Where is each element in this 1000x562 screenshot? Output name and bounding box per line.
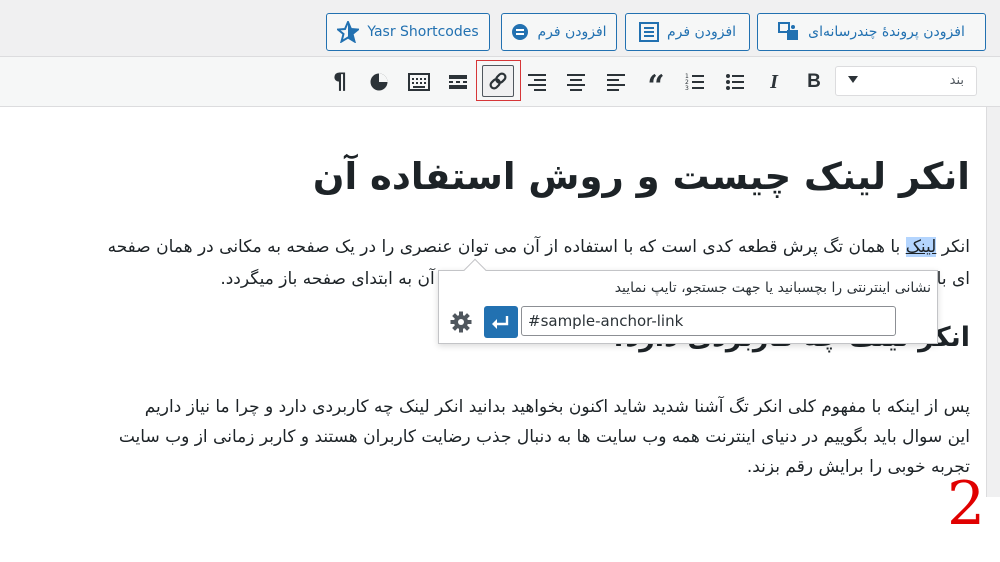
toolbar-toggle-icon [408,73,430,91]
format-select[interactable]: بند [835,66,977,96]
italic-button[interactable]: I [758,66,790,98]
blockquote-button[interactable]: “ [640,66,672,102]
bold-button[interactable]: B [798,66,830,98]
paragraph-2-line-1: پس از اینکه با مفهوم کلی انکر تگ آشنا شد… [144,397,970,417]
paragraph-2-line-3: تجربه خوبی را برایش رقم بزند. [746,457,970,477]
numbered-list-button[interactable]: 1 2 3 [679,66,711,98]
paragraph-icon: ¶ [333,69,347,95]
form-circle-icon [512,24,529,40]
add-media-label: افزودن پروندهٔ چندرسانه‌ای [808,24,965,40]
add-form-button-2[interactable]: افزودن فرم [501,13,617,51]
yasr-shortcodes-label: Yasr Shortcodes [367,24,479,40]
text-after-selection: با همان تگ پرش قطعه کدی است که با استفاد… [107,237,906,257]
add-form-label: افزودن فرم [666,24,737,40]
step-number: 2 [947,469,986,539]
italic-icon: I [770,70,778,93]
add-media-button[interactable]: افزودن پروندهٔ چندرسانه‌ای [757,13,986,51]
form-list-icon [638,22,659,42]
read-more-button[interactable] [442,66,474,98]
media-buttons-bar: افزودن پروندهٔ چندرسانه‌ای افزودن فرم اف… [0,0,1000,56]
apply-link-button[interactable] [484,306,518,338]
pie-button[interactable] [363,66,395,98]
bullet-list-button[interactable] [719,66,751,98]
paragraph-1-line-2-start: ای با [936,269,970,289]
yasr-shortcodes-button[interactable]: Yasr Shortcodes [326,13,490,51]
url-input[interactable] [521,306,896,336]
gear-icon [450,311,472,333]
enter-icon [492,316,509,329]
blockquote-icon: “ [647,69,665,104]
read-more-icon [449,75,467,89]
align-center-button[interactable] [560,66,592,98]
link-settings-button[interactable] [449,310,473,334]
page-title: انکر لینک چیست و روش استفاده آن [312,155,970,198]
star-icon [337,21,360,43]
paragraph-2-line-2: این سوال باید بگوییم در دنیای اینترنت هم… [118,427,970,447]
align-center-icon [567,74,585,91]
link-button-highlight [476,60,521,101]
selected-word[interactable]: لینک [905,237,937,257]
paragraph-button[interactable]: ¶ [324,66,356,98]
align-right-icon [528,74,546,91]
bold-icon: B [807,71,821,92]
align-left-button[interactable] [600,66,632,98]
align-left-icon [607,74,625,91]
text-before-selection: انکر [936,237,970,257]
svg-text:3: 3 [685,85,689,91]
add-form-label-2: افزودن فرم [537,24,607,40]
add-form-button[interactable]: افزودن فرم [625,13,750,51]
pie-icon [370,73,388,91]
media-icon [778,22,799,40]
paragraph-1-line-1: انکر لینک با همان تگ پرش قطعه کدی است که… [108,237,970,257]
format-select-value: بند [949,73,964,88]
scrollbar[interactable] [986,107,1000,497]
bullet-list-icon [726,74,744,90]
toolbar-toggle-button[interactable] [403,66,435,98]
link-popup: نشانی اینترنتی را بچسبانید یا جهت جستجو،… [438,258,938,344]
align-right-button[interactable] [521,66,553,98]
link-hint: نشانی اینترنتی را بچسبانید یا جهت جستجو،… [614,280,931,296]
chevron-down-icon [848,76,858,83]
numbered-list-icon: 1 2 3 [685,73,704,91]
